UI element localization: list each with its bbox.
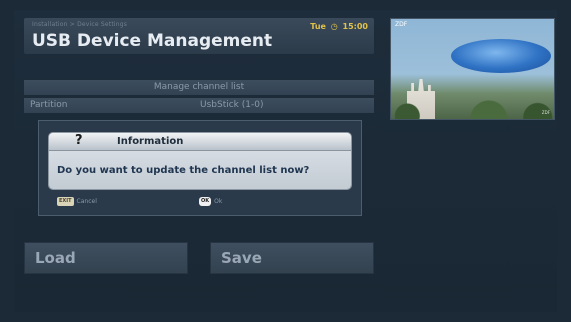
ok-action[interactable]: OK Ok — [199, 197, 222, 206]
partition-label: Partition — [30, 100, 68, 110]
information-dialog: ? Information Do you want to update the … — [49, 133, 351, 189]
clock-day: Tue — [310, 22, 326, 31]
clock-icon: ◷ — [330, 22, 338, 31]
preview-blimp — [451, 39, 551, 73]
live-tv-preview: ZDF ZDF — [390, 18, 555, 120]
clock: Tue ◷ 15:00 — [310, 22, 368, 31]
exit-key-icon: EXIT — [57, 197, 74, 206]
cancel-action[interactable]: EXIT Cancel — [57, 197, 97, 206]
channel-logo: ZDF — [395, 21, 408, 28]
partition-row[interactable]: Partition UsbStick (1-0) — [24, 98, 374, 113]
question-icon: ? — [75, 133, 83, 148]
manage-channel-list-bar[interactable]: Manage channel list — [24, 80, 374, 95]
save-button-label: Save — [221, 249, 262, 267]
load-button-label: Load — [35, 249, 76, 267]
dialog-title: Information — [117, 136, 184, 147]
clock-time: 15:00 — [342, 22, 368, 31]
manage-channel-list-label: Manage channel list — [153, 82, 245, 92]
ok-label: Ok — [214, 198, 223, 205]
load-button[interactable]: Load — [24, 242, 188, 274]
dialog-frame: ? Information Do you want to update the … — [38, 120, 362, 216]
dialog-message: Do you want to update the channel list n… — [57, 165, 310, 176]
partition-value: UsbStick (1-0) — [200, 100, 264, 110]
page-title: USB Device Management — [32, 31, 273, 51]
preview-watermark: ZDF — [541, 110, 550, 115]
cancel-label: Cancel — [76, 198, 97, 205]
save-button[interactable]: Save — [210, 242, 374, 274]
ok-key-icon: OK — [199, 197, 212, 206]
header-panel: Installation > Device Settings USB Devic… — [24, 18, 374, 54]
breadcrumb: Installation > Device Settings — [32, 21, 128, 28]
dialog-titlebar: ? Information — [49, 133, 351, 151]
preview-trees — [391, 89, 554, 119]
dialog-actions: EXIT Cancel OK Ok — [49, 197, 353, 209]
